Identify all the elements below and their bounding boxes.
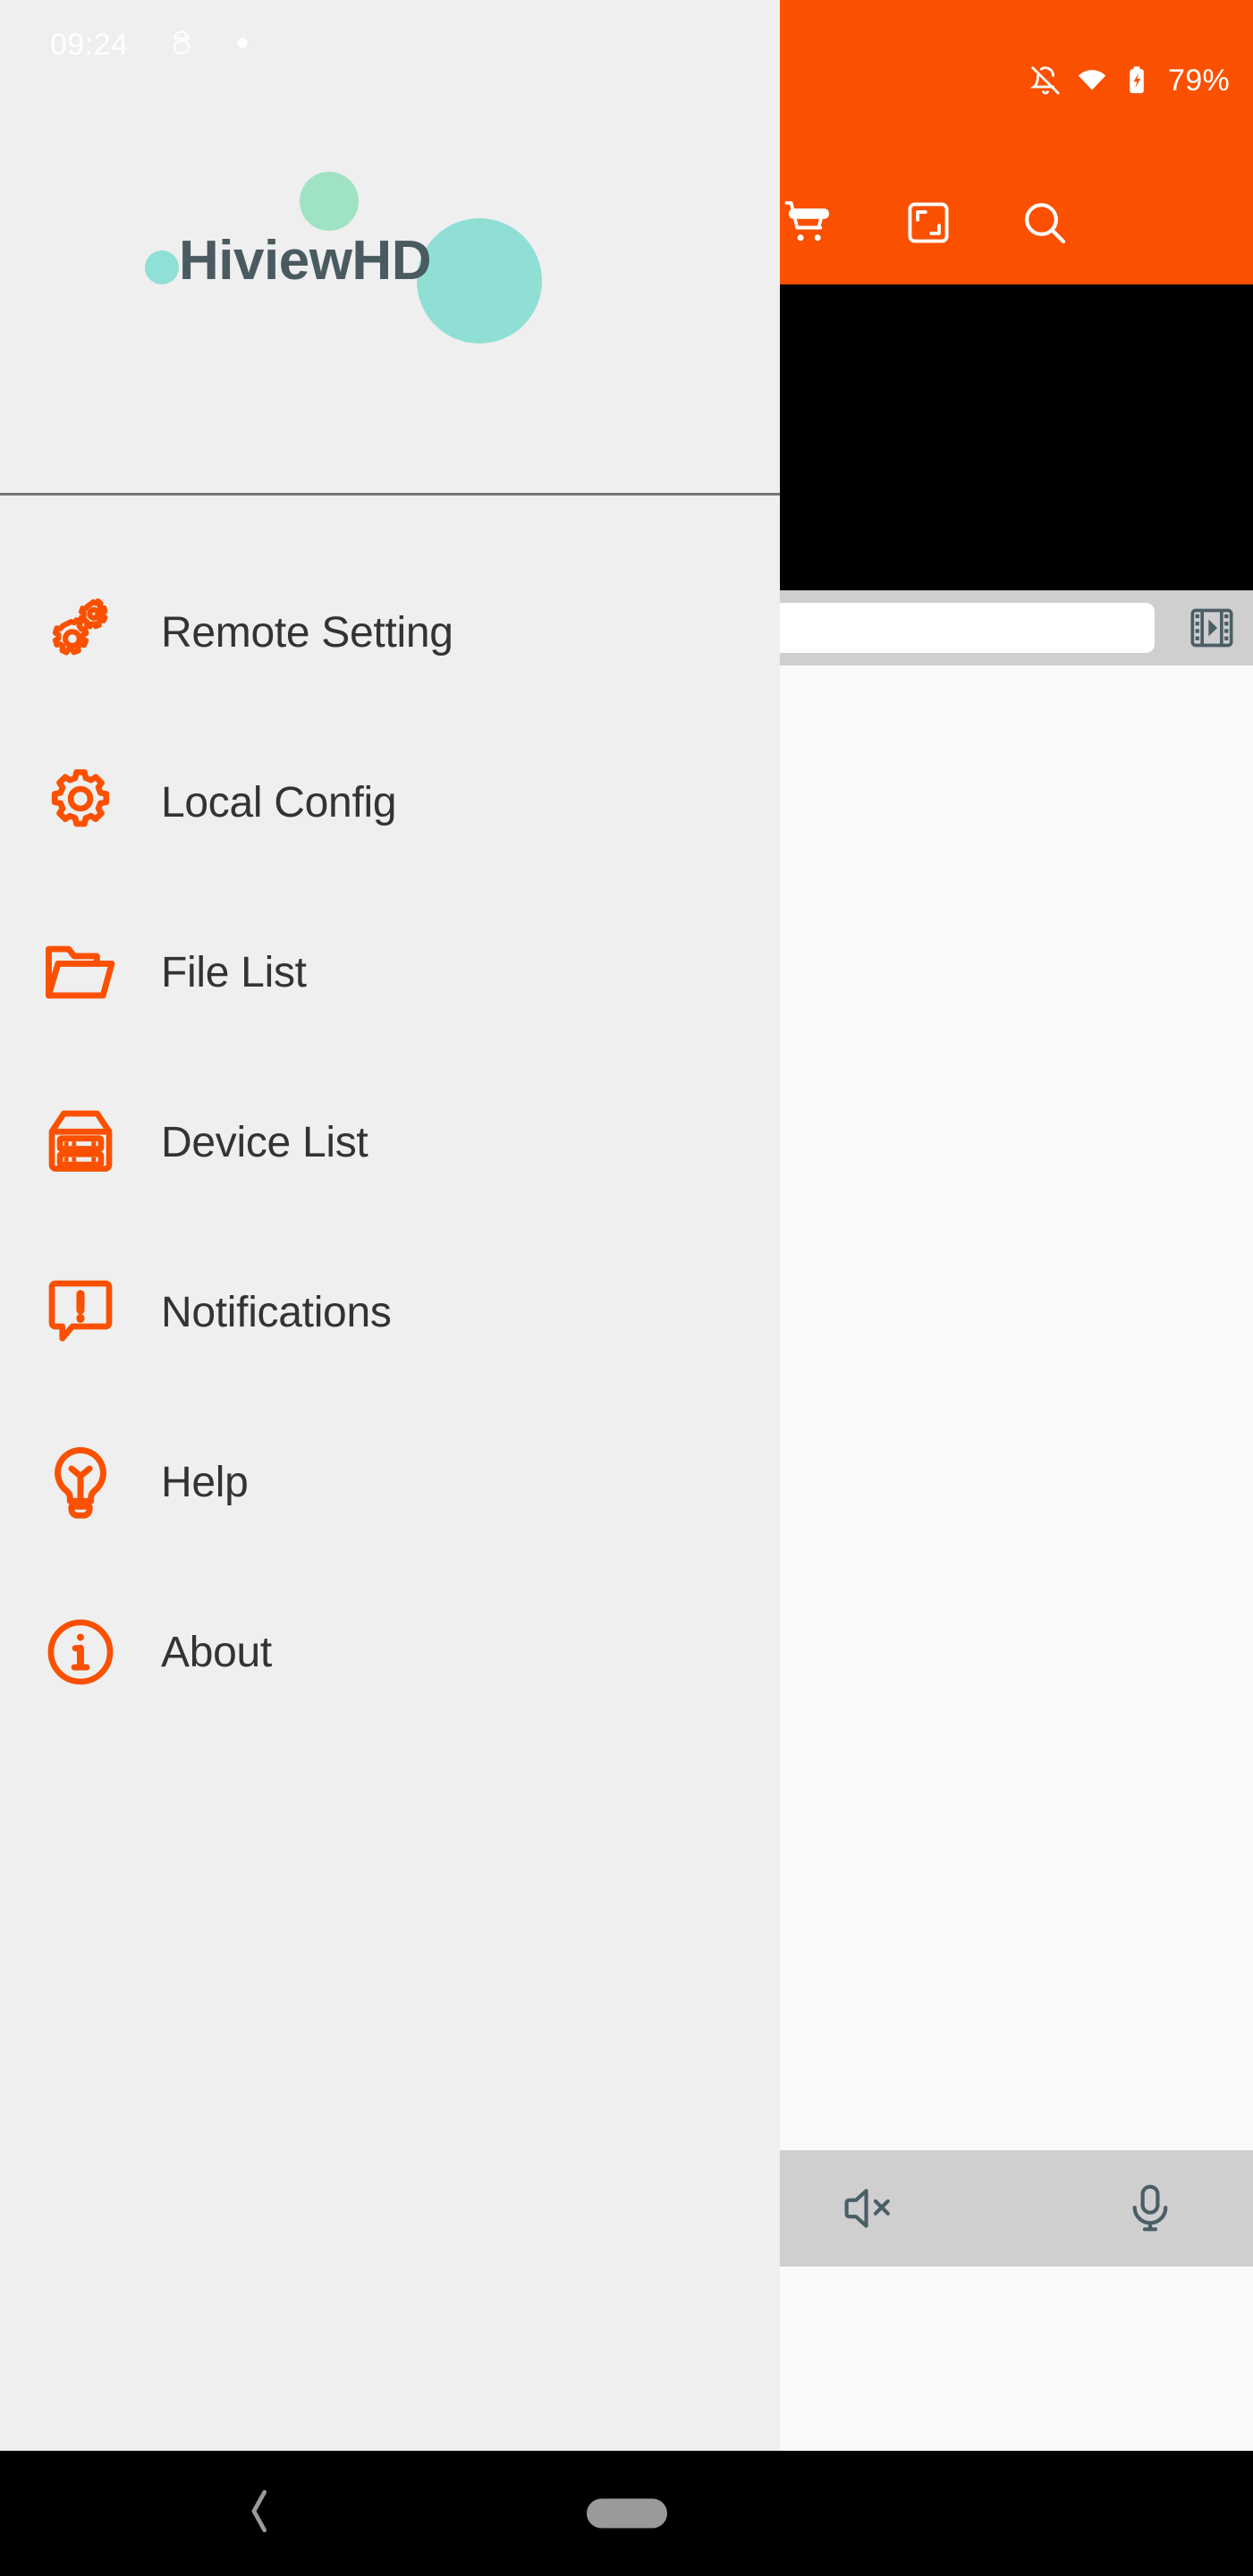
bell-off-icon [1030,65,1061,96]
microphone-icon[interactable] [1061,2183,1240,2233]
speaker-mute-icon[interactable] [780,2184,959,2233]
bottom-control-bar [780,2150,1253,2267]
navigation-drawer: 09:24 HiviewHD [0,0,780,2451]
home-pill-handle[interactable] [587,2499,667,2529]
drawer-divider [0,493,780,496]
status-bar-clock: 09:24 [50,28,129,63]
app-status-bar: 79% [780,0,1253,161]
app-logo: HiviewHD [161,168,519,338]
drawer-status-bar: 09:24 [0,0,780,89]
info-circle-icon [0,1616,161,1688]
menu-item-file-list[interactable]: File List [0,887,780,1057]
main-content-area [780,665,1253,2150]
back-chevron-icon[interactable] [247,2488,274,2539]
wifi-icon [1077,65,1107,96]
menu-item-label: About [161,1628,272,1677]
video-preview-area[interactable] [780,284,1253,590]
double-gear-icon [0,594,161,671]
menu-item-remote-setting[interactable]: Remote Setting [0,547,780,717]
teal-circle-big-decor [417,218,542,343]
menu-item-device-list[interactable]: Device List [0,1057,780,1227]
app-status-icon-group: 79% [1030,0,1230,161]
video-toolbar [780,590,1253,665]
menu-item-label: Remote Setting [161,608,453,657]
menu-item-label: File List [161,948,307,997]
battery-charging-icon [1123,65,1150,96]
film-play-icon[interactable] [1171,590,1253,665]
dot-indicator-icon [236,37,249,54]
gear-icon [0,767,161,838]
menu-item-label: Local Config [161,778,396,827]
system-navigation-bar [0,2451,1253,2576]
menu-item-help[interactable]: Help [0,1397,780,1567]
battery-percent-label: 79% [1168,64,1230,98]
server-rack-icon [0,1107,161,1177]
speech-bubble-alert-icon [0,1276,161,1348]
menu-item-label: Help [161,1458,249,1507]
menu-item-notifications[interactable]: Notifications [0,1227,780,1397]
fullscreen-icon[interactable] [884,161,973,284]
android-robot-icon [170,30,193,61]
mint-circle-small-decor [145,250,179,284]
drawer-menu-list: Remote Setting Local Config File List [0,547,780,1737]
folder-open-icon [0,938,161,1006]
app-bar [780,161,1253,284]
menu-item-about[interactable]: About [0,1567,780,1737]
menu-item-label: Notifications [161,1288,392,1337]
drawer-status-icon-group [170,30,249,61]
drawer-header: HiviewHD [0,89,780,494]
app-logo-text: HiviewHD [179,229,431,292]
lightbulb-icon [0,1445,161,1520]
menu-item-label: Device List [161,1118,368,1167]
menu-item-local-config[interactable]: Local Config [0,717,780,887]
search-icon[interactable] [1000,161,1089,284]
mint-circle-large-decor [300,172,359,231]
